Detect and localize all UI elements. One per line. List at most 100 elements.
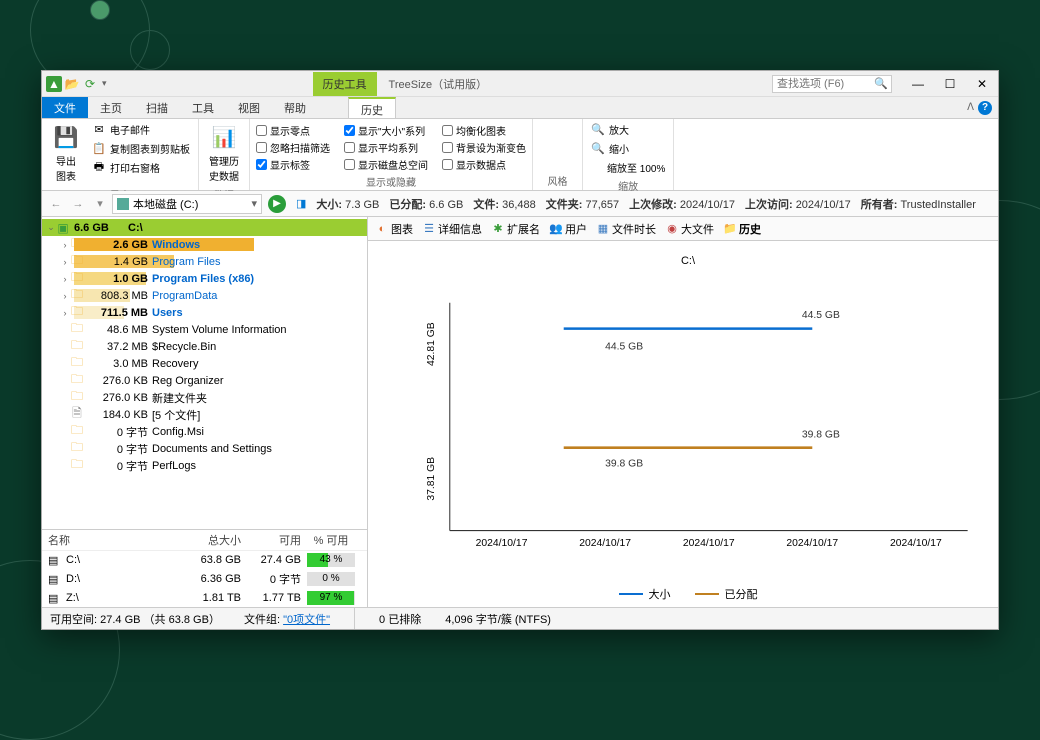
puzzle-icon: ✱ <box>492 223 504 235</box>
svg-text:37.81 GB: 37.81 GB <box>426 457 437 501</box>
print-button[interactable]: 🖶打印右窗格 <box>90 159 192 176</box>
app-title: TreeSize（试用版） <box>389 76 488 92</box>
check-gradient[interactable]: 背景设为渐变色 <box>442 140 526 155</box>
email-button[interactable]: ✉电子邮件 <box>90 121 192 138</box>
statusbar: 可用空间: 27.4 GB （共 63.8 GB） 文件组: "0项文件" 0 … <box>42 607 998 629</box>
chart-title: C:\ <box>398 251 978 279</box>
open-icon[interactable]: 📂 <box>64 76 80 92</box>
svg-text:39.8 GB: 39.8 GB <box>605 458 643 469</box>
tree-row[interactable]: 🗀3.0 MBRecovery <box>42 355 367 372</box>
ribbon: 💾 导出 图表 ✉电子邮件 📋复制图表到剪贴板 🖶打印右窗格 导出 📊 管理历 … <box>42 119 998 191</box>
svg-text:39.8 GB: 39.8 GB <box>802 429 840 440</box>
clipboard-icon: 📋 <box>92 142 106 156</box>
tree-row[interactable]: ›🗀711.5 MBUsers <box>42 304 367 321</box>
folder-tree[interactable]: ⌄ ▣ 6.6 GB C:\ ›🗀2.6 GBWindows›🗀1.4 GBPr… <box>42 217 367 529</box>
nav-up[interactable]: ▾ <box>90 194 110 214</box>
tree-row[interactable]: ›🗀808.3 MBProgramData <box>42 287 367 304</box>
tab-help[interactable]: 帮助 <box>272 97 318 118</box>
status-excluded: 0 已排除 <box>379 611 421 627</box>
ribbon-group-showhide: 显示零点 忽略扫描筛选 显示标签 显示"大小"系列 显示平均系列 显示磁盘总空间… <box>250 119 533 190</box>
help-icon[interactable]: ? <box>978 101 992 115</box>
viewtab-chart[interactable]: ◐图表 <box>376 221 413 237</box>
check-avg[interactable]: 显示平均系列 <box>344 140 428 155</box>
tree-row[interactable]: 🗀276.0 KB新建文件夹 <box>42 389 367 406</box>
ribbon-label-style: 风格 <box>539 171 576 188</box>
tree-row[interactable]: 🗀0 字节Config.Msi <box>42 423 367 440</box>
scan-button[interactable]: ▶ <box>268 195 286 213</box>
folder-icon: 🗀 <box>70 324 84 336</box>
titlebar: ▲ 📂 ⟳ ▾ 历史工具 TreeSize（试用版） 🔍 — ☐ ✕ <box>42 71 998 97</box>
tab-file[interactable]: 文件 <box>42 97 88 118</box>
folder-icon: 🗀 <box>70 426 84 438</box>
tree-row[interactable]: ›🗀2.6 GBWindows <box>42 236 367 253</box>
folder-icon: 🗀 <box>70 307 84 319</box>
zoom-reset-button[interactable]: 缩放至 100% <box>589 159 667 176</box>
svg-text:42.81 GB: 42.81 GB <box>426 322 437 366</box>
check-size-series[interactable]: 显示"大小"系列 <box>344 123 428 138</box>
tree-row[interactable]: 🗀48.6 MBSystem Volume Information <box>42 321 367 338</box>
viewtab-history[interactable]: 📁历史 <box>724 221 761 237</box>
tree-row[interactable]: ›🗀1.4 GBProgram Files <box>42 253 367 270</box>
save-icon: 💾 <box>52 123 80 151</box>
zoom-out-button[interactable]: 🔍缩小 <box>589 140 667 157</box>
drive-row[interactable]: ▤C:\63.8 GB27.4 GB43 % <box>42 551 367 569</box>
qat-dropdown[interactable]: ▾ <box>100 78 109 89</box>
tab-tools[interactable]: 工具 <box>180 97 226 118</box>
drive-icon: ▤ <box>48 592 62 605</box>
viewtab-details[interactable]: ☰详细信息 <box>423 221 482 237</box>
viewtab-users[interactable]: 👥用户 <box>550 221 587 237</box>
export-chart-button[interactable]: 💾 导出 图表 <box>48 121 84 185</box>
check-total[interactable]: 显示磁盘总空间 <box>344 157 428 172</box>
check-labels[interactable]: 显示标签 <box>256 157 330 172</box>
maximize-button[interactable]: ☐ <box>934 71 966 97</box>
zoom-out-icon: 🔍 <box>591 142 605 156</box>
manage-history-button[interactable]: 📊 管理历 史数据 <box>205 121 243 185</box>
drive-row[interactable]: ▤Z:\1.81 TB1.77 TB97 % <box>42 589 367 607</box>
check-balance[interactable]: 均衡化图表 <box>442 123 526 138</box>
tree-row[interactable]: 🗀0 字节PerfLogs <box>42 457 367 474</box>
tree-row[interactable]: 🗀0 字节Documents and Settings <box>42 440 367 457</box>
folder-icon: 🗀 <box>70 375 84 387</box>
zoom-in-button[interactable]: 🔍放大 <box>589 121 667 138</box>
check-datapoints[interactable]: 显示数据点 <box>442 157 526 172</box>
drive-icon: ▤ <box>48 554 62 567</box>
app-icon: ▲ <box>46 76 62 92</box>
tab-view[interactable]: 视图 <box>226 97 272 118</box>
tab-history[interactable]: 历史 <box>348 97 396 118</box>
minimize-button[interactable]: — <box>902 71 934 97</box>
viewtab-ext[interactable]: ✱扩展名 <box>492 221 540 237</box>
chart-icon: 📊 <box>210 123 238 151</box>
tab-scan[interactable]: 扫描 <box>134 97 180 118</box>
tree-row[interactable]: 🗎184.0 KB[5 个文件] <box>42 406 367 423</box>
path-toolbar: ← → ▾ 本地磁盘 (C:) ▾ ▶ ◨ 大小: 7.3 GB 已分配: 6.… <box>42 191 998 217</box>
nav-back[interactable]: ← <box>46 194 66 214</box>
app-window: ▲ 📂 ⟳ ▾ 历史工具 TreeSize（试用版） 🔍 — ☐ ✕ 文件 主页… <box>41 70 999 630</box>
ribbon-label-showhide: 显示或隐藏 <box>256 172 526 189</box>
tree-row[interactable]: 🗀276.0 KBReg Organizer <box>42 372 367 389</box>
ribbon-group-style: 风格 <box>533 119 583 190</box>
viewtab-bigfiles[interactable]: ◉大文件 <box>666 221 714 237</box>
filegroup-link[interactable]: "0项文件" <box>283 614 330 626</box>
path-combo[interactable]: 本地磁盘 (C:) ▾ <box>112 194 262 214</box>
copy-clipboard-button[interactable]: 📋复制图表到剪贴板 <box>90 140 192 157</box>
search-box[interactable]: 🔍 <box>772 75 892 93</box>
close-button[interactable]: ✕ <box>966 71 998 97</box>
tab-home[interactable]: 主页 <box>88 97 134 118</box>
ribbon-group-zoom: 🔍放大 🔍缩小 缩放至 100% 缩放 <box>583 119 674 190</box>
history-icon: 📁 <box>724 223 736 235</box>
viewtab-age[interactable]: ▦文件时长 <box>597 221 656 237</box>
refresh-icon[interactable]: ⟳ <box>82 76 98 92</box>
drive-row[interactable]: ▤D:\6.36 GB0 字节0 % <box>42 569 367 589</box>
folder-icon: 🗀 <box>70 460 84 472</box>
nav-forward[interactable]: → <box>68 194 88 214</box>
tree-row[interactable]: 🗀37.2 MB$Recycle.Bin <box>42 338 367 355</box>
status-cluster: 4,096 字节/簇 (NTFS) <box>445 611 551 627</box>
size-icon: ◨ <box>296 197 306 210</box>
check-skip[interactable]: 忽略扫描筛选 <box>256 140 330 155</box>
check-zero[interactable]: 显示零点 <box>256 123 330 138</box>
tree-row[interactable]: ›🗀1.0 GBProgram Files (x86) <box>42 270 367 287</box>
pie-icon: ◐ <box>376 223 388 235</box>
svg-text:44.5 GB: 44.5 GB <box>605 341 643 352</box>
collapse-ribbon-icon[interactable]: ᐱ <box>967 102 974 113</box>
tree-root[interactable]: ⌄ ▣ 6.6 GB C:\ <box>42 219 367 236</box>
